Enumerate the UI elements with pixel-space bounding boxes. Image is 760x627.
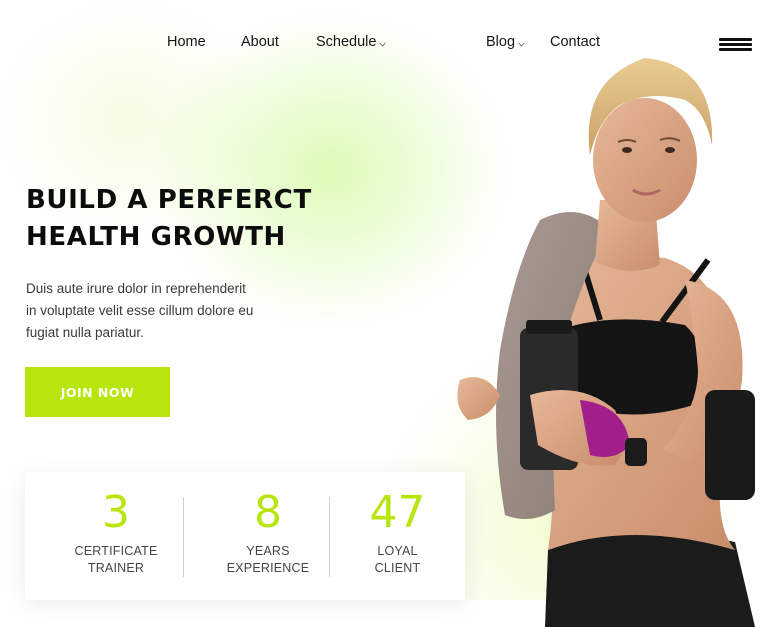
stat-label: YEARS EXPERIENCE <box>208 543 328 577</box>
nav-about[interactable]: About <box>241 34 279 50</box>
fitness-model-photo <box>457 58 755 627</box>
stat-label: CERTIFICATE TRAINER <box>57 543 175 577</box>
hero-title-line1: BUILD A PERFERCT <box>26 185 312 215</box>
hero-title: BUILD A PERFERCT HEALTH GROWTH <box>26 182 312 256</box>
nav-contact[interactable]: Contact <box>550 34 600 50</box>
stats-panel: 3 CERTIFICATE TRAINER 8 YEARS EXPERIENCE… <box>25 472 465 600</box>
hero-title-line2: HEALTH GROWTH <box>26 222 286 252</box>
stat-years-experience: 8 YEARS EXPERIENCE <box>208 472 328 600</box>
stat-label: LOYAL CLIENT <box>345 543 450 577</box>
chevron-down-icon <box>379 42 387 47</box>
stat-label-line1: CERTIFICATE <box>74 544 158 558</box>
stat-label-line1: YEARS <box>246 544 290 558</box>
nav-blog[interactable]: Blog <box>486 34 525 50</box>
stat-label-line1: LOYAL <box>377 544 418 558</box>
stat-label-line2: EXPERIENCE <box>226 561 310 575</box>
nav-schedule-label: Schedule <box>316 34 377 50</box>
nav-schedule[interactable]: Schedule <box>316 34 387 50</box>
nav-home[interactable]: Home <box>167 34 206 50</box>
nav-about-label: About <box>241 34 279 50</box>
stat-label-line2: TRAINER <box>87 561 145 575</box>
hero-description: Duis aute irure dolor in reprehenderit i… <box>26 278 286 344</box>
stat-label-line2: CLIENT <box>374 561 421 575</box>
stat-loyal-client: 47 LOYAL CLIENT <box>345 472 450 600</box>
hero-text-line3: fugiat nulla pariatur. <box>26 325 144 340</box>
stat-divider <box>183 497 184 577</box>
stat-divider <box>329 497 330 577</box>
stat-number: 8 <box>254 487 282 538</box>
stat-certificate-trainer: 3 CERTIFICATE TRAINER <box>57 472 175 600</box>
hero-text-line1: Duis aute irure dolor in reprehenderit <box>26 281 246 296</box>
stat-number: 3 <box>102 487 130 538</box>
hero-text-line2: in voluptate velit esse cillum dolore eu <box>26 303 254 318</box>
stat-number: 47 <box>369 487 426 538</box>
nav-home-label: Home <box>167 34 206 50</box>
nav-blog-label: Blog <box>486 34 516 50</box>
nav-contact-label: Contact <box>550 34 600 50</box>
join-now-button[interactable]: JOIN NOW <box>25 367 170 417</box>
chevron-down-icon <box>518 42 525 47</box>
